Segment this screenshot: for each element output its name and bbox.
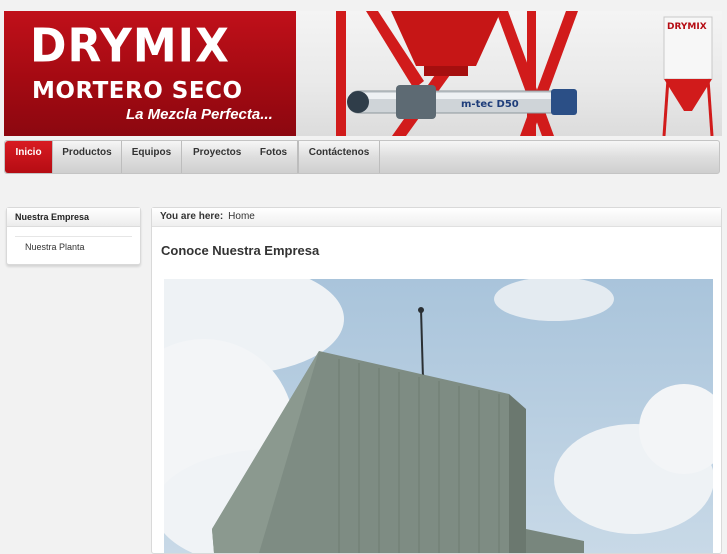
sidebar-divider bbox=[15, 236, 132, 237]
nav-item-productos[interactable]: Productos bbox=[53, 141, 122, 173]
logo-title: DRYMIX bbox=[30, 19, 230, 74]
sidebar-menu: Nuestra Empresa Nuestra Planta bbox=[6, 207, 141, 265]
logo-tagline: La Mezcla Perfecta... bbox=[126, 106, 273, 123]
logo-subtitle: MORTERO SECO bbox=[32, 78, 243, 104]
nav-item-inicio[interactable]: Inicio bbox=[5, 141, 53, 173]
breadcrumb-home[interactable]: Home bbox=[228, 211, 255, 222]
breadcrumb-prefix: You are here: bbox=[160, 211, 224, 222]
silo-logo: DRYMIX bbox=[667, 22, 707, 32]
silo-machinery-illustration: m-tec D50 DRYMIX bbox=[336, 11, 714, 136]
sidebar-title: Nuestra Empresa bbox=[7, 208, 140, 227]
plant-building-photo bbox=[164, 279, 713, 553]
page-title: Conoce Nuestra Empresa bbox=[161, 243, 320, 258]
breadcrumb: You are here: Home bbox=[152, 208, 721, 227]
machine-label: m-tec D50 bbox=[461, 99, 519, 110]
brand-logo[interactable]: DRYMIX MORTERO SECO La Mezcla Perfecta..… bbox=[4, 11, 296, 136]
building-image bbox=[164, 279, 713, 553]
nav-item-fotos[interactable]: Fotos bbox=[249, 141, 298, 173]
main-content: You are here: Home Conoce Nuestra Empresa bbox=[151, 207, 722, 554]
nav-item-contactenos[interactable]: Contáctenos bbox=[298, 141, 380, 173]
banner-machine-image: m-tec D50 DRYMIX bbox=[296, 11, 722, 136]
main-navigation: Inicio Productos Equipos Proyectos Fotos… bbox=[4, 140, 720, 174]
site-banner: DRYMIX MORTERO SECO La Mezcla Perfecta..… bbox=[4, 11, 722, 136]
nav-item-equipos[interactable]: Equipos bbox=[122, 141, 182, 173]
sidebar-item-nuestra-planta[interactable]: Nuestra Planta bbox=[7, 242, 140, 252]
